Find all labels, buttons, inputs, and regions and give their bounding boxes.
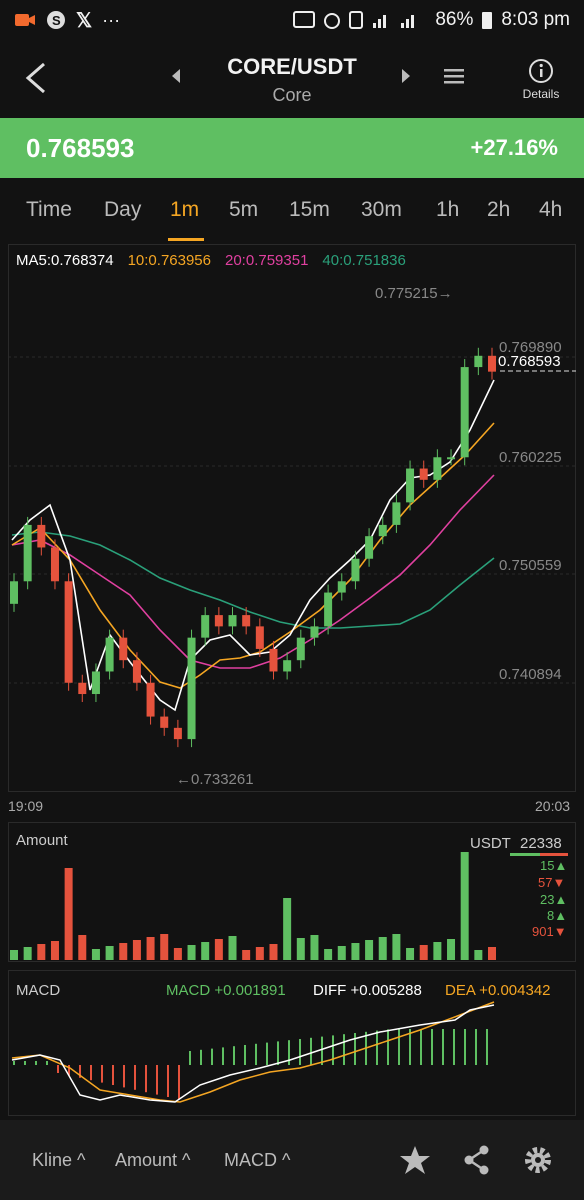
candle-body: [337, 581, 346, 593]
candle-body: [447, 457, 456, 460]
candle-body: [255, 626, 264, 649]
candle-body: [119, 637, 128, 661]
candle-body: [228, 615, 237, 627]
kline-button[interactable]: Kline ^: [32, 1150, 85, 1171]
candle-body: [406, 468, 415, 503]
candle-body: [146, 682, 155, 717]
candle-body: [283, 660, 292, 672]
bottom-toolbar: Kline ^ Amount ^ MACD ^: [0, 1120, 584, 1200]
candle-body: [91, 671, 100, 695]
y-label-2: 0.760225: [499, 449, 562, 466]
ma5-line: [11, 379, 495, 712]
candle-body: [419, 468, 428, 480]
high-marker: 0.775215→: [375, 285, 453, 302]
candle-body: [64, 581, 73, 683]
candle-body: [173, 727, 182, 740]
amount-button[interactable]: Amount ^: [115, 1150, 190, 1171]
ma40-line: [11, 531, 495, 629]
candles-group: [10, 347, 496, 748]
candle-body: [269, 648, 278, 672]
candle-body: [296, 637, 305, 661]
candle-body: [392, 502, 401, 525]
candle-body: [78, 682, 87, 695]
candle-body: [310, 626, 319, 638]
candle-body: [37, 524, 46, 548]
candle-body: [10, 581, 18, 604]
candle-body: [474, 355, 483, 368]
settings-gear-icon[interactable]: [522, 1144, 554, 1181]
candle-body: [242, 615, 251, 627]
candle-body: [433, 457, 442, 480]
y-label-4: 0.740894: [499, 666, 562, 683]
time-start: 19:09: [8, 798, 43, 814]
candle-body: [50, 547, 59, 582]
low-marker: ←0.733261: [176, 771, 254, 788]
candle-body: [132, 660, 141, 683]
candle-body: [160, 716, 169, 728]
candle-body: [378, 524, 387, 537]
candle-body: [365, 536, 374, 559]
candle-body: [23, 524, 32, 582]
candle-body: [488, 355, 496, 372]
amount-panel: [8, 822, 576, 962]
candle-body: [187, 637, 196, 740]
candle-body: [351, 558, 360, 582]
candle-body: [460, 367, 469, 458]
share-icon[interactable]: [462, 1144, 492, 1181]
current-price-label: 0.768593: [498, 353, 561, 370]
y-label-3: 0.750559: [499, 557, 562, 574]
macd-button[interactable]: MACD ^: [224, 1150, 290, 1171]
star-icon[interactable]: [398, 1144, 432, 1181]
macd-panel: [8, 970, 576, 1116]
candle-body: [324, 592, 333, 627]
candle-body: [105, 637, 114, 672]
ma20-line: [11, 474, 495, 669]
candle-body: [201, 615, 210, 638]
candle-body: [214, 615, 223, 627]
time-end: 20:03: [535, 798, 570, 814]
